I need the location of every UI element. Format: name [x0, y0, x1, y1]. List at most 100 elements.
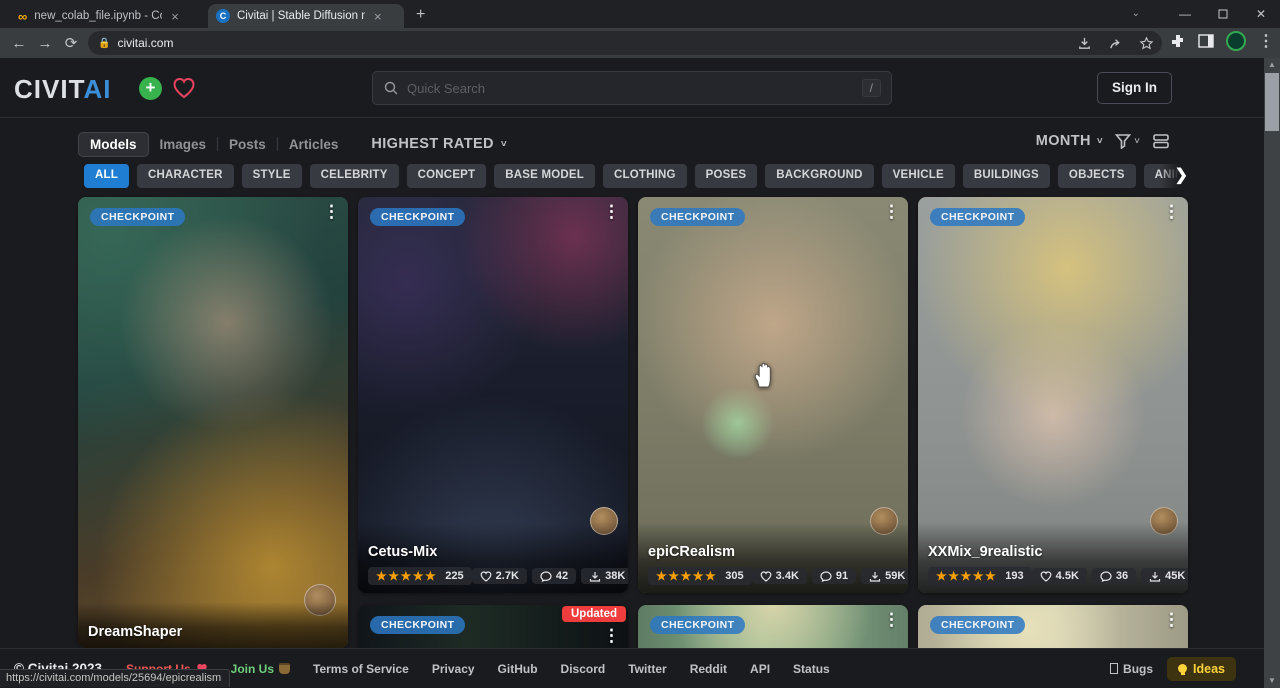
create-plus-button[interactable]: +	[139, 77, 162, 100]
heart-icon	[1040, 571, 1052, 582]
tab-close-icon[interactable]: ×	[169, 9, 181, 24]
category-celebrity[interactable]: CELEBRITY	[310, 164, 399, 188]
search-icon	[383, 80, 399, 96]
card-menu-icon[interactable]: ⋮	[323, 203, 340, 220]
card-stats: ★★★★★305 3.4K 91 59K	[648, 567, 898, 585]
tab-search-chevron-icon[interactable]: ⌄	[1132, 8, 1140, 19]
model-title: XXMix_9realistic	[928, 544, 1178, 560]
sort-dropdown[interactable]: HIGHEST RATED˅	[371, 136, 507, 152]
chrome-menu-icon[interactable]: ⋮	[1258, 31, 1274, 51]
search-placeholder: Quick Search	[407, 81, 862, 96]
card-menu-icon[interactable]: ⋮	[883, 611, 900, 628]
likes-count: 4.5K	[1056, 570, 1079, 582]
browser-tab-civitai[interactable]: C Civitai | Stable Diffusion models, ×	[208, 4, 404, 28]
filter-dropdown[interactable]: ˅	[1115, 133, 1140, 149]
model-card-dreamshaper[interactable]: CHECKPOINT ⋮ DreamShaper	[78, 197, 348, 648]
back-icon[interactable]: ←	[6, 35, 32, 52]
url-text[interactable]: civitai.com	[117, 36, 173, 50]
category-filter-row: ALL CHARACTER STYLE CELEBRITY CONCEPT BA…	[84, 164, 1188, 188]
reload-icon[interactable]: ⟳	[58, 34, 84, 52]
profile-avatar[interactable]	[1226, 31, 1246, 51]
category-vehicle[interactable]: VEHICLE	[882, 164, 955, 188]
comment-icon	[820, 571, 832, 582]
tab-posts[interactable]: Posts	[218, 133, 277, 156]
star-rating-icon: ★★★★★	[376, 569, 437, 583]
lightbulb-icon	[1178, 664, 1187, 673]
civitai-favicon-icon: C	[216, 9, 230, 23]
extensions-puzzle-icon[interactable]	[1170, 33, 1186, 49]
layout-toggle-icon[interactable]	[1152, 133, 1170, 149]
category-objects[interactable]: OBJECTS	[1058, 164, 1136, 188]
footer-link-twitter[interactable]: Twitter	[628, 662, 666, 676]
comments-pill: 36	[1092, 568, 1136, 584]
comments-count: 36	[1116, 570, 1128, 582]
tab-models[interactable]: Models	[78, 132, 149, 157]
bookmark-star-icon[interactable]	[1139, 36, 1154, 51]
share-icon[interactable]	[1108, 36, 1123, 51]
comments-count: 91	[836, 570, 848, 582]
category-clothing[interactable]: CLOTHING	[603, 164, 687, 188]
colab-icon: ∞	[18, 9, 27, 24]
footer-link-api[interactable]: API	[750, 662, 770, 676]
category-style[interactable]: STYLE	[242, 164, 302, 188]
civitai-logo[interactable]: CIVITAI	[14, 74, 112, 105]
favorites-heart-icon[interactable]	[172, 77, 196, 99]
model-type-badge: CHECKPOINT	[930, 616, 1025, 634]
scrollbar-thumb[interactable]	[1265, 73, 1279, 131]
card-info: epiCRealism ★★★★★305 3.4K 91 59K	[638, 522, 908, 593]
tab-articles[interactable]: Articles	[278, 133, 350, 156]
new-tab-button[interactable]: +	[416, 7, 425, 23]
model-card-cetus-mix[interactable]: CHECKPOINT ⋮ Cetus-Mix ★★★★★225 2.7K 42 …	[358, 197, 628, 593]
minimize-button[interactable]: —	[1166, 7, 1204, 21]
bugs-link[interactable]: Bugs	[1110, 662, 1153, 676]
tab-close-icon[interactable]: ×	[372, 9, 384, 24]
category-all[interactable]: ALL	[84, 164, 129, 188]
footer-link-reddit[interactable]: Reddit	[690, 662, 727, 676]
model-card-xxmix-9realistic[interactable]: CHECKPOINT ⋮ XXMix_9realistic ★★★★★193 4…	[918, 197, 1188, 593]
sign-in-button[interactable]: Sign In	[1097, 72, 1172, 104]
likes-count: 3.4K	[776, 570, 799, 582]
period-dropdown[interactable]: MONTH˅	[1036, 133, 1103, 149]
maximize-button[interactable]	[1204, 9, 1242, 19]
card-menu-icon[interactable]: ⋮	[1163, 611, 1180, 628]
filter-funnel-icon	[1115, 133, 1131, 149]
category-character[interactable]: CHARACTER	[137, 164, 234, 188]
model-preview-image	[78, 197, 348, 648]
category-concept[interactable]: CONCEPT	[407, 164, 487, 188]
footer-link-privacy[interactable]: Privacy	[432, 662, 475, 676]
ideas-button[interactable]: Ideas	[1167, 657, 1236, 681]
close-window-button[interactable]: ✕	[1242, 7, 1280, 21]
category-poses[interactable]: POSES	[695, 164, 758, 188]
forward-icon[interactable]: →	[32, 35, 58, 52]
rating-pill: ★★★★★305	[648, 567, 752, 585]
scroll-up-arrow[interactable]: ▲	[1264, 58, 1280, 72]
category-buildings[interactable]: BUILDINGS	[963, 164, 1050, 188]
side-panel-icon[interactable]	[1198, 33, 1214, 49]
footer-link-terms[interactable]: Terms of Service	[313, 662, 409, 676]
card-menu-icon[interactable]: ⋮	[603, 627, 620, 644]
browser-tab-colab[interactable]: ∞ new_colab_file.ipynb - Colaborat ×	[10, 4, 200, 28]
tab-images[interactable]: Images	[149, 133, 218, 156]
page-scrollbar[interactable]: ▲ ▼	[1264, 58, 1280, 688]
footer-link-discord[interactable]: Discord	[561, 662, 606, 676]
footer-link-join-us[interactable]: Join Us	[231, 662, 290, 676]
model-card-epicrealism[interactable]: CHECKPOINT ⋮ epiCRealism ★★★★★305 3.4K 9…	[638, 197, 908, 593]
card-menu-icon[interactable]: ⋮	[1163, 203, 1180, 220]
search-input[interactable]: Quick Search /	[372, 71, 892, 105]
model-title: epiCRealism	[648, 544, 898, 560]
model-title: DreamShaper	[88, 624, 338, 640]
categories-next-arrow[interactable]: ❯	[1160, 164, 1188, 188]
card-info: XXMix_9realistic ★★★★★193 4.5K 36 45K	[918, 522, 1188, 593]
scroll-down-arrow[interactable]: ▼	[1264, 674, 1280, 688]
save-icon[interactable]	[1077, 36, 1092, 51]
search-shortcut-kbd: /	[862, 79, 881, 97]
address-bar[interactable]: 🔒 civitai.com	[88, 31, 1162, 55]
model-type-badge: CHECKPOINT	[370, 208, 465, 226]
card-info: DreamShaper	[78, 602, 348, 648]
card-menu-icon[interactable]: ⋮	[603, 203, 620, 220]
category-background[interactable]: BACKGROUND	[765, 164, 873, 188]
footer-link-github[interactable]: GitHub	[498, 662, 538, 676]
category-base-model[interactable]: BASE MODEL	[494, 164, 595, 188]
card-menu-icon[interactable]: ⋮	[883, 203, 900, 220]
footer-link-status[interactable]: Status	[793, 662, 830, 676]
